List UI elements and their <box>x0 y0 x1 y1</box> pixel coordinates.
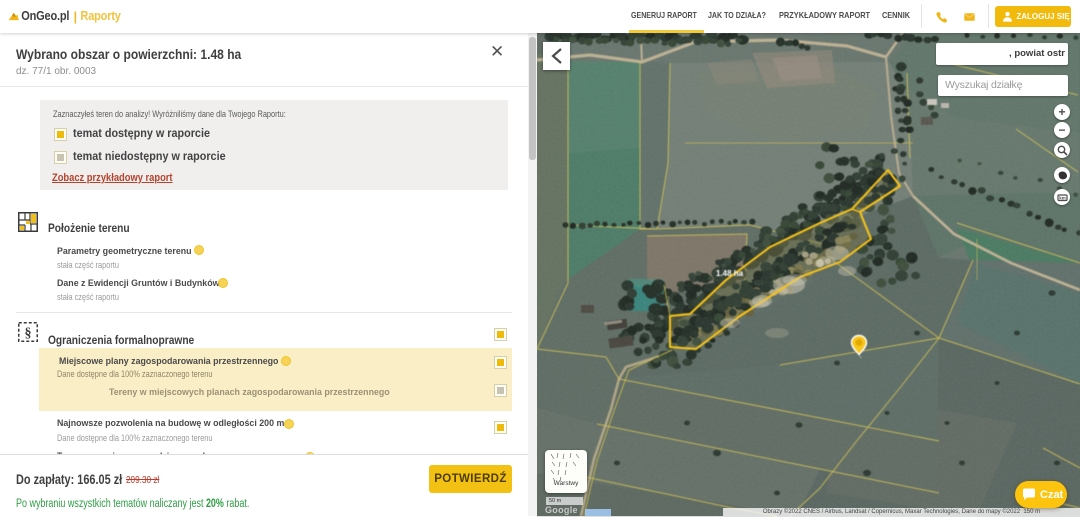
svg-text:km: km <box>1059 195 1066 200</box>
svg-text:1.48 ha: 1.48 ha <box>716 269 744 278</box>
svg-text:§: § <box>25 326 32 341</box>
